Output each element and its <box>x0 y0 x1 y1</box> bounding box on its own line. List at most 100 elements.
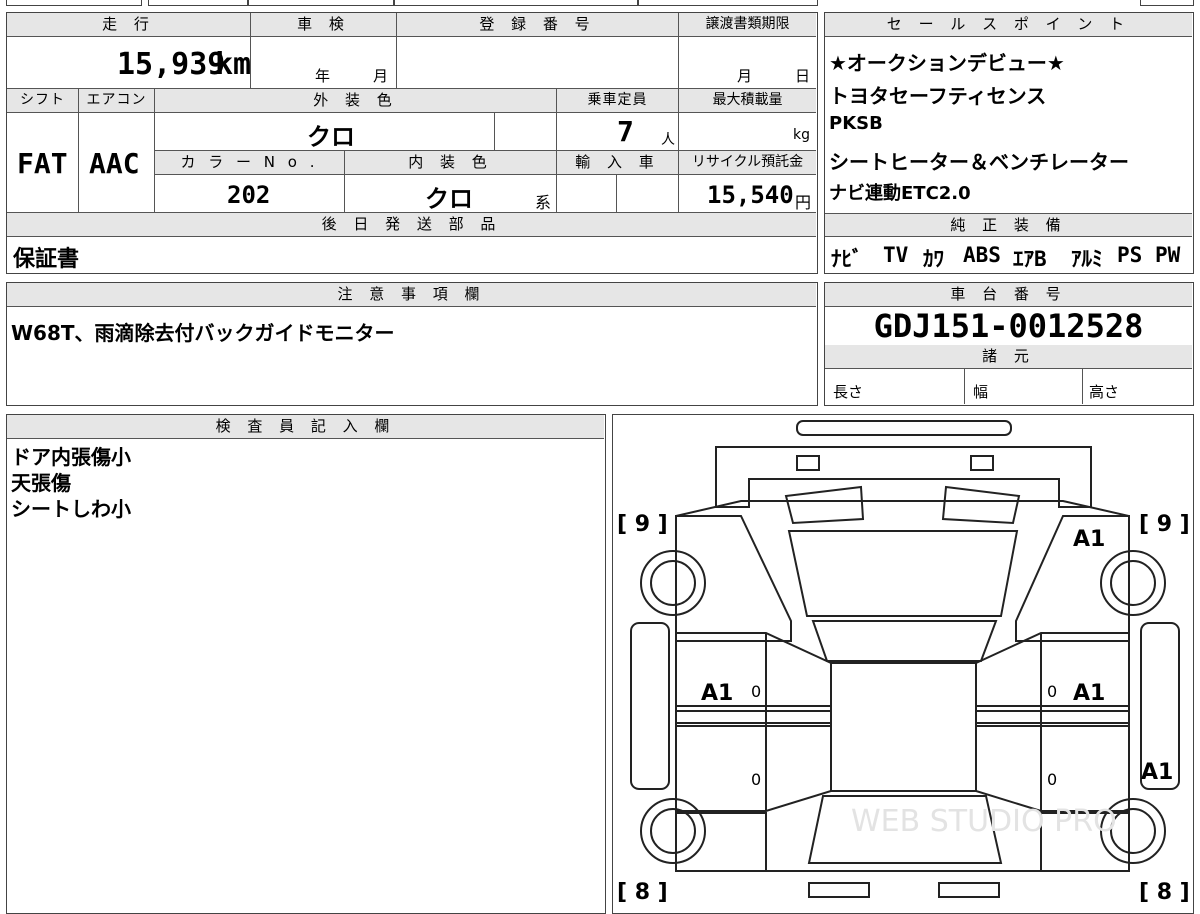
sales-point-1: ★オークションデビュー★ <box>829 51 1065 75</box>
interior-color-value: クロ <box>425 185 473 213</box>
equip-tv: TV <box>883 243 909 267</box>
mark-front-right-door: A1 <box>1073 681 1105 706</box>
max-load-unit: kg <box>793 127 810 143</box>
chassis-box: 車 台 番 号 GDJ151-0012528 諸 元 長さ 幅 高さ <box>824 282 1194 406</box>
notes-box: 注 意 事 項 欄 W68T、雨滴除去付バックガイドモニター <box>6 282 818 406</box>
recycle-value: 15,540 <box>707 181 794 209</box>
import-cell-a <box>557 175 617 213</box>
interior-color-header: 内 装 色 <box>345 151 557 175</box>
tread-front-left: [ 9 ] <box>617 512 668 537</box>
top-strip-5 <box>638 0 818 6</box>
max-load-cell: kg <box>679 113 816 151</box>
color-no-value: 202 <box>227 181 271 209</box>
tread-front-right: [ 9 ] <box>1139 512 1190 537</box>
tread-rear-left: [ 8 ] <box>617 880 668 905</box>
capacity-header: 乗車定員 <box>557 89 679 113</box>
inspection-month-unit: 月 <box>373 67 389 85</box>
inspection-header: 車 検 <box>251 13 397 37</box>
mark-front-left-door: A1 <box>701 681 733 706</box>
inspector-box: 検 査 員 記 入 欄 ドア内張傷小 天張傷 シートしわ小 <box>6 414 606 914</box>
top-strip-4 <box>394 0 638 6</box>
mark-rear-right-quarter: A1 <box>1141 760 1173 785</box>
car-diagram-box: [ 9 ] [ 9 ] [ 8 ] [ 8 ] A1 A1 A1 A1 0 0 … <box>612 414 1194 914</box>
shipping-parts-cell: 保証書 <box>7 237 816 272</box>
interior-color-suffix: 系 <box>535 193 552 212</box>
equip-pw: PW <box>1155 243 1181 267</box>
spec-height-label: 高さ <box>1089 383 1120 401</box>
transfer-month-unit: 月 <box>737 67 753 85</box>
inspector-note-3: シートしわ小 <box>11 497 131 521</box>
sales-point-4: シートヒーター＆ベンチレーター <box>829 150 1129 174</box>
recycle-cell: 15,540 円 <box>679 175 816 213</box>
spec-length-label: 長さ <box>833 383 864 401</box>
recycle-unit: 円 <box>795 193 812 212</box>
exterior-color-header: 外 装 色 <box>155 89 557 113</box>
aircon-header: エアコン <box>79 89 155 113</box>
exterior-color-sub-cell <box>495 113 557 151</box>
capacity-cell: 7 人 <box>557 113 679 151</box>
shipping-parts-value: 保証書 <box>13 247 80 272</box>
shift-cell: FAT <box>7 113 79 213</box>
spec-length-cell: 長さ <box>825 369 965 404</box>
vehicle-info-table: 走 行 車 検 登 録 番 号 譲渡書類期限 15,939 km 年 月 月 日… <box>6 12 818 274</box>
equip-ps: PS <box>1117 243 1143 267</box>
equip-airbag: ｴｱB <box>1013 247 1047 271</box>
top-strip-2 <box>148 0 248 6</box>
shipping-parts-header: 後 日 発 送 部 品 <box>7 213 816 237</box>
capacity-unit: 人 <box>661 132 675 148</box>
mileage-value: 15,939 <box>117 47 226 82</box>
inspection-year-unit: 年 <box>315 67 331 85</box>
mileage-cell: 15,939 km <box>7 37 251 89</box>
equip-abs: ABS <box>963 243 1001 267</box>
mark-rld-zero: 0 <box>751 770 761 789</box>
spec-width-cell: 幅 <box>965 369 1083 404</box>
sales-points-box: セ ー ル ス ポ イ ン ト ★オークションデビュー★ トヨタセーフティセンス… <box>824 12 1194 274</box>
chassis-no-header: 車 台 番 号 <box>825 283 1192 307</box>
mileage-header: 走 行 <box>7 13 251 37</box>
registration-cell <box>397 37 679 89</box>
sales-point-3: PKSB <box>829 113 883 134</box>
specs-header: 諸 元 <box>825 345 1192 369</box>
import-header: 輸 入 車 <box>557 151 679 175</box>
transfer-deadline-cell: 月 日 <box>679 37 816 89</box>
recycle-header: リサイクル預託金 <box>679 151 816 175</box>
transfer-deadline-header: 譲渡書類期限 <box>679 13 816 37</box>
mark-fld-zero: 0 <box>751 682 761 701</box>
capacity-value: 7 <box>617 115 634 148</box>
equip-alloy: ｱﾙﾐ <box>1071 247 1103 271</box>
sales-point-2: トヨタセーフティセンス <box>829 84 1047 108</box>
color-no-header: カ ラ ー N o . <box>155 151 345 175</box>
registration-header: 登 録 番 号 <box>397 13 679 37</box>
shift-value: FAT <box>17 147 68 180</box>
aircon-cell: AAC <box>79 113 155 213</box>
watermark: WEB STUDIO PRO <box>851 804 1117 839</box>
color-no-cell: 202 <box>155 175 345 213</box>
genuine-equipment-header: 純 正 装 備 <box>825 213 1192 237</box>
mark-roof-front-right: A1 <box>1073 527 1105 552</box>
notes-value: W68T、雨滴除去付バックガイドモニター <box>11 321 395 345</box>
mileage-unit: km <box>215 47 251 82</box>
exterior-color-cell: クロ <box>155 113 495 151</box>
exterior-color-value: クロ <box>307 123 355 151</box>
top-strip-1 <box>6 0 142 6</box>
equip-leather: ｶﾜ <box>923 247 944 271</box>
spec-width-label: 幅 <box>973 383 989 401</box>
import-cell-b <box>617 175 679 213</box>
interior-color-cell: クロ 系 <box>345 175 557 213</box>
car-diagram: [ 9 ] [ 9 ] [ 8 ] [ 8 ] A1 A1 A1 A1 0 0 … <box>617 420 1190 905</box>
top-strip-3 <box>248 0 394 6</box>
inspector-header: 検 査 員 記 入 欄 <box>7 415 604 439</box>
mark-frd-zero: 0 <box>1047 682 1057 701</box>
max-load-header: 最大積載量 <box>679 89 816 113</box>
inspection-cell: 年 月 <box>251 37 397 89</box>
sales-points-header: セ ー ル ス ポ イ ン ト <box>825 13 1192 37</box>
notes-header: 注 意 事 項 欄 <box>7 283 816 307</box>
top-strip-6 <box>1140 0 1194 6</box>
aircon-value: AAC <box>89 147 140 180</box>
shift-header: シフト <box>7 89 79 113</box>
spec-height-cell: 高さ <box>1083 369 1192 404</box>
chassis-no-value: GDJ151-0012528 <box>825 307 1192 346</box>
tread-rear-right: [ 8 ] <box>1139 880 1190 905</box>
mark-rrd-zero: 0 <box>1047 770 1057 789</box>
inspector-note-1: ドア内張傷小 <box>11 445 131 469</box>
